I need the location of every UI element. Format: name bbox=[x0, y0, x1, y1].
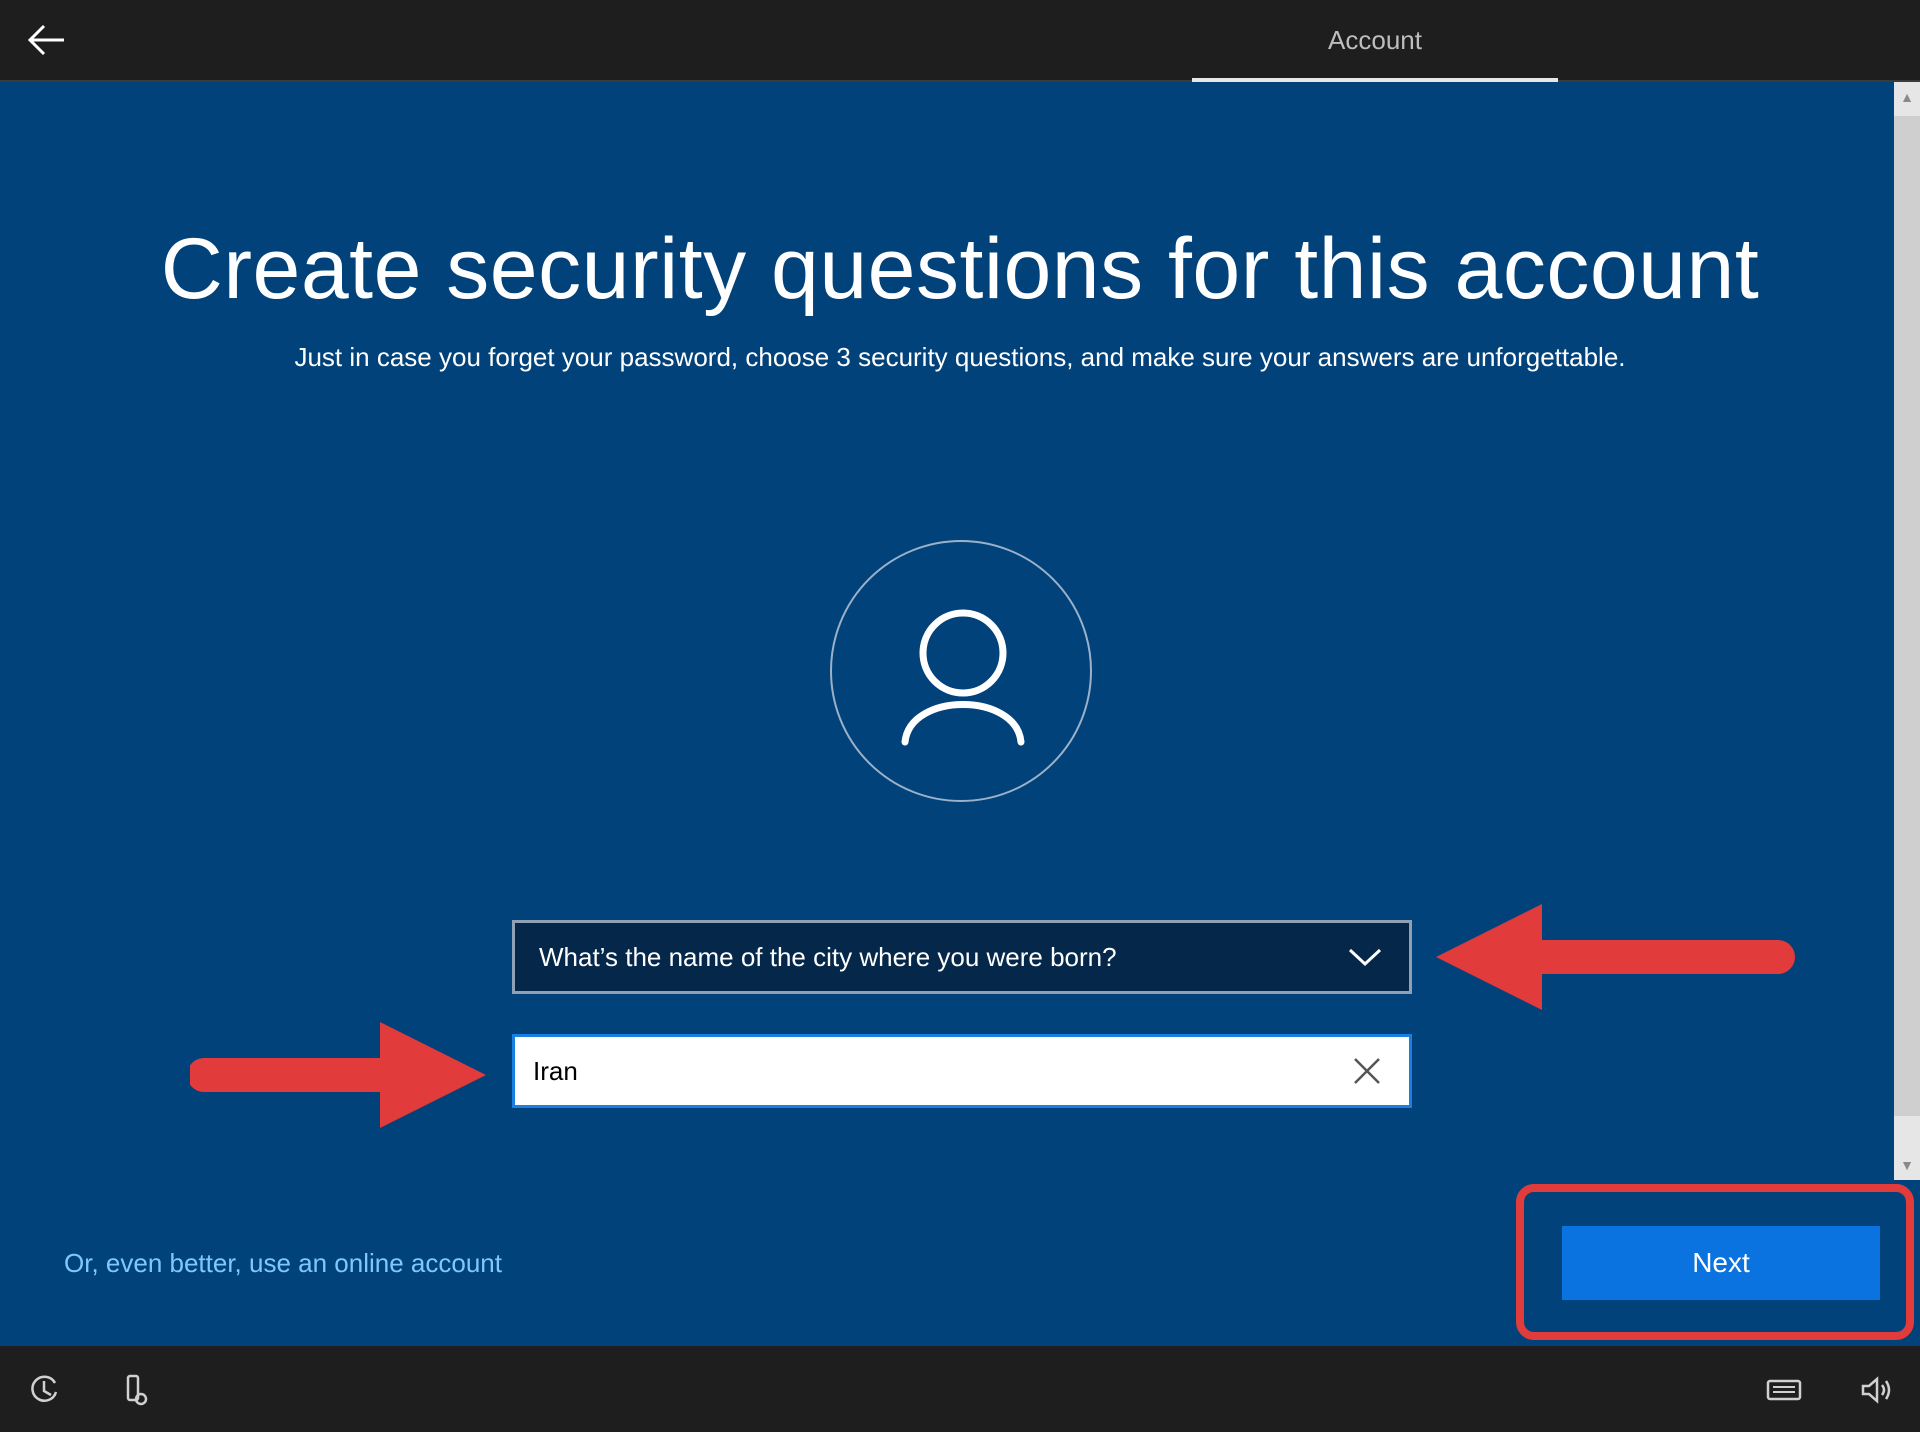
ease-of-access-icon[interactable] bbox=[24, 1370, 64, 1410]
online-account-link[interactable]: Or, even better, use an online account bbox=[64, 1248, 502, 1279]
security-question-select[interactable]: What’s the name of the city where you we… bbox=[512, 920, 1412, 994]
user-icon bbox=[901, 609, 1025, 746]
back-arrow-icon bbox=[27, 24, 64, 56]
annotation-arrow-right bbox=[190, 1022, 486, 1128]
keyboard-icon[interactable] bbox=[1760, 1370, 1808, 1410]
page-title: Create security questions for this accou… bbox=[160, 221, 1760, 317]
page-subtitle: Just in case you forget your password, c… bbox=[294, 342, 1626, 372]
chevron-down-icon bbox=[1343, 935, 1387, 979]
accessibility-device-icon[interactable] bbox=[116, 1370, 156, 1410]
annotation-arrow-left bbox=[1436, 904, 1795, 1010]
security-answer-field[interactable] bbox=[512, 1034, 1412, 1108]
tab-account[interactable]: Account bbox=[1192, 0, 1558, 80]
next-button[interactable]: Next bbox=[1562, 1226, 1880, 1300]
top-bar: Account bbox=[0, 0, 1920, 83]
security-answer-input[interactable] bbox=[515, 1040, 1345, 1102]
back-button[interactable] bbox=[18, 14, 74, 66]
scroll-down-icon[interactable]: ▼ bbox=[1894, 1150, 1920, 1180]
bottom-bar bbox=[0, 1346, 1920, 1432]
avatar bbox=[830, 540, 1092, 802]
close-icon[interactable] bbox=[1345, 1049, 1389, 1093]
security-question-value: What’s the name of the city where you we… bbox=[539, 941, 1117, 972]
scroll-up-icon[interactable]: ▲ bbox=[1894, 82, 1920, 112]
volume-icon[interactable] bbox=[1856, 1370, 1896, 1410]
